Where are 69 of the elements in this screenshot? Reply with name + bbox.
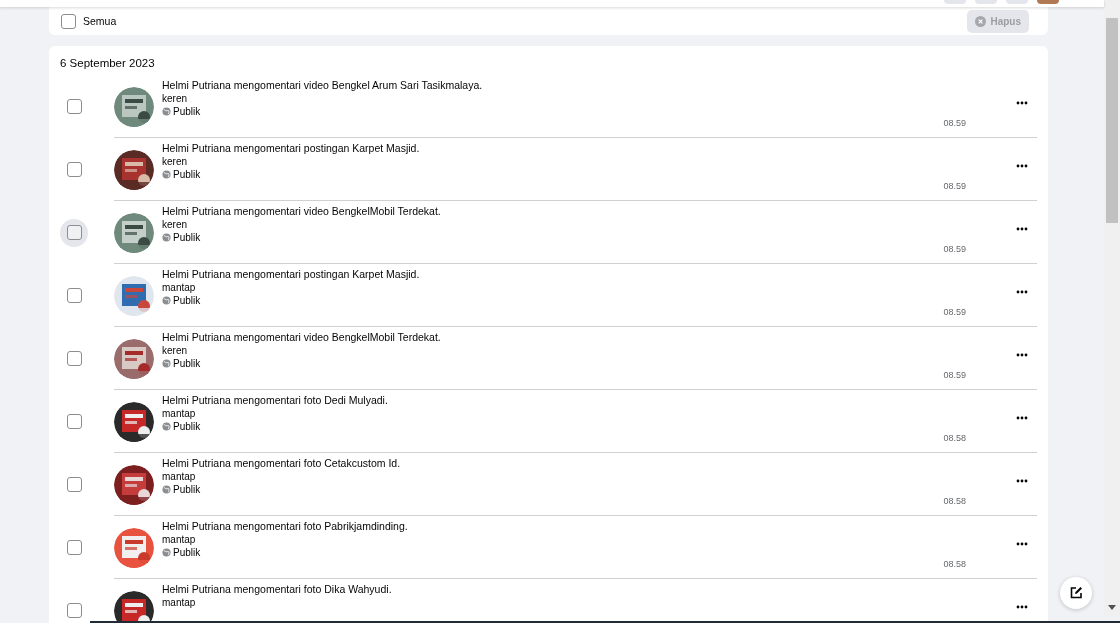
more-icon [1016, 353, 1028, 357]
globe-icon [162, 422, 171, 431]
time-label: 08.58 [943, 433, 966, 443]
compose-button[interactable] [1060, 577, 1092, 609]
comment-text: keren [162, 345, 188, 356]
checkbox[interactable] [66, 351, 82, 366]
privacy-label: Publik [173, 169, 201, 180]
time-label: 08.59 [943, 370, 966, 380]
activity-title: Helmi Putriana mengomentari video BengkelMobil Terdekat. [162, 205, 442, 217]
privacy-label: Publik [173, 106, 201, 117]
globe-icon [162, 170, 171, 179]
more-icon [1016, 605, 1028, 609]
checkbox[interactable] [66, 225, 82, 240]
comment-text: keren [162, 156, 188, 167]
comment-text: keren [162, 93, 188, 104]
globe-icon [162, 107, 171, 116]
checkbox[interactable] [66, 99, 82, 114]
activity-title: Helmi Putriana mengomentari video Bengkel Arum Sari Tasikmalaya. [162, 79, 484, 91]
checkbox[interactable] [66, 162, 82, 177]
privacy-label: Publik [173, 358, 201, 369]
time-label: 08.59 [943, 181, 966, 191]
checkbox[interactable] [66, 540, 82, 555]
select-all-label: Semua [83, 15, 117, 27]
more-icon [1016, 227, 1028, 231]
privacy-label: Publik [173, 295, 201, 306]
time-label: 08.59 [943, 307, 966, 317]
time-label: 08.59 [943, 118, 966, 128]
more-icon [1016, 290, 1028, 294]
privacy-label: Publik [173, 232, 201, 243]
activity-title: Helmi Putriana mengomentari postingan Karpet Masjid. [162, 142, 421, 154]
activity-title: Helmi Putriana mengomentari video BengkelMobil Terdekat. [162, 331, 442, 343]
close-icon [975, 15, 987, 27]
time-label: 08.58 [943, 559, 966, 569]
comment-text: mantap [162, 408, 197, 419]
more-icon [1016, 542, 1028, 546]
profile-avatar[interactable] [1037, 0, 1059, 4]
more-icon [1016, 101, 1028, 105]
activity-title: Helmi Putriana mengomentari foto Dedi Mulyadi. [162, 394, 389, 406]
privacy-label: Publik [173, 421, 201, 432]
comment-text: keren [162, 219, 188, 230]
globe-icon [162, 485, 171, 494]
time-label: 08.59 [943, 244, 966, 254]
comment-text: mantap [162, 282, 197, 293]
checkbox[interactable] [60, 13, 76, 29]
more-icon [1016, 479, 1028, 483]
scrollbar[interactable] [1104, 0, 1120, 616]
edit-icon [1069, 586, 1083, 600]
globe-icon [162, 233, 171, 242]
comment-text: mantap [162, 471, 197, 482]
globe-icon [162, 359, 171, 368]
date-heading: 6 September 2023 [60, 57, 156, 71]
globe-icon [162, 548, 171, 557]
checkbox[interactable] [66, 288, 82, 303]
activity-title: Helmi Putriana mengomentari foto Cetakcustom Id. [162, 457, 402, 469]
checkbox[interactable] [66, 477, 82, 492]
privacy-label: Publik [173, 547, 201, 558]
checkbox[interactable] [66, 414, 82, 429]
more-icon [1016, 416, 1028, 420]
more-icon [1016, 164, 1028, 168]
time-label: 08.58 [943, 496, 966, 506]
globe-icon [162, 296, 171, 305]
activity-title: Helmi Putriana mengomentari foto Dika Wahyudi. [162, 583, 393, 595]
privacy-label: Publik [173, 484, 201, 495]
comment-text: mantap [162, 534, 197, 545]
caret-down-icon[interactable] [1108, 605, 1116, 610]
comment-text: mantap [162, 597, 197, 608]
activity-title: Helmi Putriana mengomentari postingan Karpet Masjid. [162, 268, 421, 280]
checkbox[interactable] [66, 603, 82, 618]
activity-title: Helmi Putriana mengomentari foto Pabrikjamdinding. [162, 520, 409, 532]
